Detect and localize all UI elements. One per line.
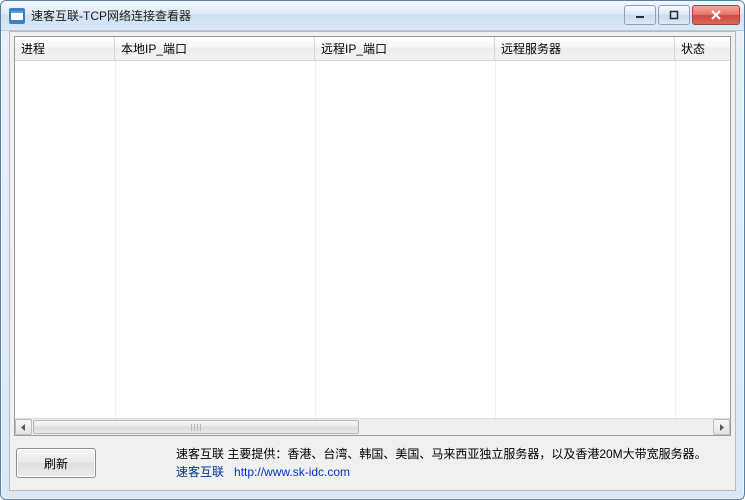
footer-text: 速客互联 主要提供：香港、台湾、韩国、美国、马来西亚独立服务器，以及香港20M大…: [176, 445, 707, 481]
minimize-button[interactable]: [624, 5, 656, 25]
connections-listview[interactable]: 进程 本地IP_端口 远程IP_端口 远程服务器 状态: [14, 36, 731, 436]
column-local-ip-port[interactable]: 本地IP_端口: [115, 37, 315, 60]
column-remote-ip-port[interactable]: 远程IP_端口: [315, 37, 495, 60]
client-area: 进程 本地IP_端口 远程IP_端口 远程服务器 状态: [9, 31, 736, 491]
footer-link-url[interactable]: http://www.sk-idc.com: [234, 463, 350, 481]
scroll-right-arrow-icon[interactable]: [713, 419, 730, 435]
horizontal-scrollbar[interactable]: [15, 418, 730, 435]
footer-line-1: 速客互联 主要提供：香港、台湾、韩国、美国、马来西亚独立服务器，以及香港20M大…: [176, 445, 707, 463]
refresh-button-label: 刷新: [44, 455, 68, 472]
column-remote-server[interactable]: 远程服务器: [495, 37, 675, 60]
footer-link-name[interactable]: 速客互联: [176, 463, 224, 481]
scrollbar-track[interactable]: [33, 419, 712, 435]
scroll-left-arrow-icon[interactable]: [15, 419, 32, 435]
column-state[interactable]: 状态: [675, 37, 730, 60]
column-process[interactable]: 进程: [15, 37, 115, 60]
grid-lines: [15, 61, 730, 418]
grip-icon: [191, 424, 201, 431]
application-window: 速客互联-TCP网络连接查看器 进程 本地IP_端口 远程IP_端口: [0, 0, 745, 500]
column-label: 本地IP_端口: [121, 40, 187, 57]
bottom-panel: 刷新 速客互联 主要提供：香港、台湾、韩国、美国、马来西亚独立服务器，以及香港2…: [14, 440, 731, 486]
listview-body[interactable]: [15, 61, 730, 418]
column-label: 远程服务器: [501, 40, 561, 57]
window-title: 速客互联-TCP网络连接查看器: [31, 7, 191, 24]
window-controls: [622, 6, 740, 25]
column-label: 远程IP_端口: [321, 40, 387, 57]
title-bar[interactable]: 速客互联-TCP网络连接查看器: [1, 1, 744, 31]
app-icon: [9, 8, 25, 24]
column-label: 状态: [681, 40, 705, 57]
scrollbar-thumb[interactable]: [33, 420, 359, 434]
listview-header: 进程 本地IP_端口 远程IP_端口 远程服务器 状态: [15, 37, 730, 61]
refresh-button[interactable]: 刷新: [16, 448, 96, 478]
maximize-button[interactable]: [658, 5, 690, 25]
footer-line-2: 速客互联 http://www.sk-idc.com: [176, 463, 707, 481]
close-button[interactable]: [692, 5, 740, 25]
column-label: 进程: [21, 40, 45, 57]
